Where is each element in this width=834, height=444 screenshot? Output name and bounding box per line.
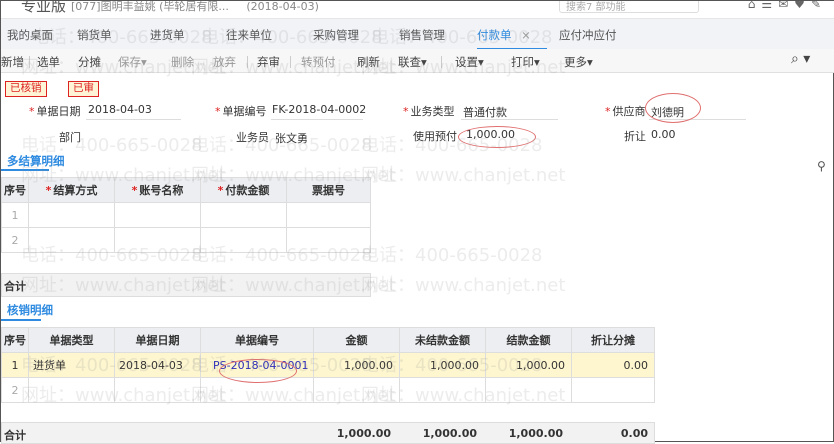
table-row[interactable]: 1 进货单 2018-04-03 PS-2018-04-0001 1,000.0… — [1, 352, 655, 383]
discard-button[interactable]: 放弃 — [213, 54, 236, 70]
supplier-label: * 供应商 — [605, 105, 646, 118]
code-field[interactable]: FK-2018-04-0002 — [272, 103, 366, 116]
settle-section-title: 多结算明细 — [7, 154, 65, 168]
close-icon[interactable]: × — [521, 28, 531, 42]
col-doc-type: 单据类型 — [28, 327, 115, 353]
type-label: * 业务类型 — [403, 105, 455, 118]
settle-table: 序号 * 结算方式 * 账号名称 * 付款金额 票据号 1 2 — [1, 177, 371, 253]
col-index: 序号 — [1, 327, 29, 353]
type-field[interactable]: 普通付款 — [463, 104, 507, 120]
new-button[interactable]: 新增 — [1, 54, 24, 70]
table-row[interactable]: 2 — [1, 227, 371, 253]
date-field[interactable]: 2018-04-03 — [88, 103, 152, 116]
save-button[interactable]: 保存▾ — [118, 54, 147, 70]
unaudit-button[interactable]: 弃审 — [257, 54, 280, 70]
more-button[interactable]: 更多▾ — [564, 54, 593, 70]
tab-sales[interactable]: 销货单 — [77, 27, 112, 43]
dept-label: 部门 — [59, 131, 81, 144]
date-label: * 单据日期 — [29, 105, 81, 118]
link-query-button[interactable]: 联查▾ — [398, 54, 427, 70]
split-button[interactable]: 分摊 — [78, 54, 101, 70]
select-button[interactable]: 选单 — [37, 54, 60, 70]
col-index: 序号 — [1, 177, 29, 203]
status-badge-writtenoff: 已核销 — [5, 81, 47, 97]
tab-sales-mgmt[interactable]: 销售管理 — [399, 27, 445, 43]
prepay-label: 使用预付 — [413, 130, 457, 143]
settle-total-row: 合计 — [1, 273, 371, 297]
tab-purchase-mgmt[interactable]: 采购管理 — [313, 27, 359, 43]
print-button[interactable]: 打印▾ — [511, 54, 540, 70]
table-row[interactable]: 1 — [1, 202, 371, 228]
col-doc-date: 单据日期 — [114, 327, 201, 353]
col-unsettled: 未结款金额 — [399, 327, 486, 353]
col-ticket: 票据号 — [286, 177, 371, 203]
to-prepay-button[interactable]: 转预付 — [301, 54, 336, 70]
settings-button[interactable]: 设置▾ — [455, 54, 484, 70]
col-doc-code: 单据编号 — [200, 327, 314, 353]
delete-button[interactable]: 删除 — [171, 54, 194, 70]
discount-label: 折让 — [624, 130, 646, 143]
col-discount: 折让分摊 — [571, 327, 655, 353]
refresh-button[interactable]: 刷新 — [357, 54, 380, 70]
title-bar: 专业版 [077]图明丰益姚 (毕轮居有限... (2018-04-03) 搜索… — [1, 1, 834, 19]
discount-field[interactable]: 0.00 — [651, 128, 676, 141]
company-name: [077]图明丰益姚 (毕轮居有限... (2018-04-03) — [71, 1, 319, 13]
writeoff-section-title: 核销明细 — [7, 303, 53, 317]
table-row[interactable]: 2 — [1, 377, 655, 403]
tab-partners[interactable]: 往来单位 — [226, 27, 272, 43]
writeoff-total-row: 合计 1,000.00 1,000.00 1,000.00 0.00 — [1, 422, 655, 444]
tab-payment[interactable]: 付款单 × — [477, 27, 547, 50]
tab-bar: 我的桌面 销货单 进货单 往来单位 采购管理 销售管理 付款单 × 应付冲应付 — [1, 19, 834, 50]
col-method: * 结算方式 — [28, 177, 115, 203]
col-amount: 金额 — [313, 327, 400, 353]
toolbar: 新增 选单 分摊 保存▾ 删除 放弃 弃审 转预付 刷新 联查▾ 设置▾ 打印▾… — [1, 49, 834, 73]
tab-desktop[interactable]: 我的桌面 — [7, 27, 53, 43]
location-pin-icon[interactable]: ⚲ — [817, 159, 826, 173]
writeoff-table: 序号 单据类型 单据日期 单据编号 金额 未结款金额 结款金额 折让分摊 1 进… — [1, 327, 655, 403]
app-name: 专业版 — [21, 1, 67, 15]
col-amount: * 付款金额 — [200, 177, 287, 203]
search-doc-icon[interactable]: ⌕ ▾ — [791, 51, 810, 67]
tab-payable-offset[interactable]: 应付冲应付 — [559, 27, 617, 43]
col-account: * 账号名称 — [114, 177, 201, 203]
clerk-field[interactable]: 张文勇 — [275, 130, 308, 146]
col-settled: 结款金额 — [485, 327, 572, 353]
tab-purchase[interactable]: 进货单 — [150, 27, 185, 43]
code-label: * 单据编号 — [215, 105, 267, 118]
status-badge-audited: 已审 — [68, 81, 99, 97]
clerk-label: 业务员 — [236, 131, 269, 144]
window-icons[interactable]: ⌂☰✉♥✎ — [748, 1, 827, 11]
search-input[interactable]: 搜索7 部功能 — [559, 1, 699, 13]
